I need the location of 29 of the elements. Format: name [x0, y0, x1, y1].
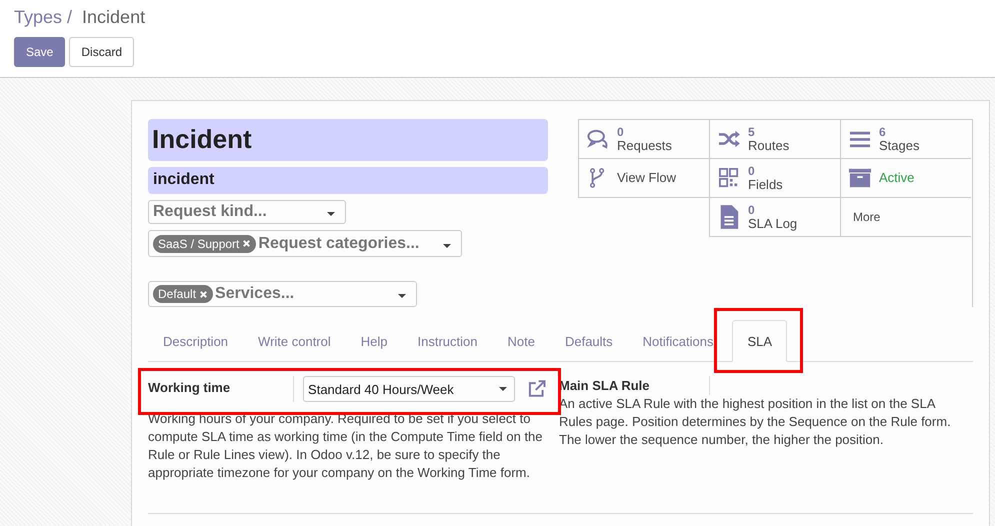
more-button[interactable]: More — [840, 198, 971, 237]
stat-button[interactable]: View Flow — [578, 159, 709, 198]
tag: SaaS / Support — [153, 234, 256, 252]
tab[interactable]: Instruction — [402, 334, 492, 361]
tag: Default — [153, 285, 214, 303]
field-label: Working time — [148, 376, 294, 402]
tab[interactable]: Note — [492, 334, 550, 361]
stat-button[interactable]: 0 Fields — [709, 159, 840, 198]
code-field[interactable]: incident — [148, 167, 548, 194]
stat-button[interactable]: 0 SLA Log — [709, 198, 840, 237]
request-kind-field[interactable]: Request kind... — [148, 200, 346, 224]
breadcrumb-link[interactable]: Types / — [14, 7, 72, 31]
stat-button[interactable]: 6 Stages — [840, 120, 971, 159]
tab[interactable]: Notifications — [628, 334, 728, 361]
tab[interactable]: SLA — [732, 320, 788, 362]
stat-button[interactable]: 5 Routes — [709, 120, 840, 159]
breadcrumb-current: Incident — [82, 7, 146, 29]
request-categories-field[interactable]: SaaS / Support Request categories... — [148, 230, 462, 257]
tab[interactable]: Help — [346, 334, 403, 361]
tab[interactable]: Description — [148, 334, 244, 361]
save-button[interactable]: Save — [14, 37, 66, 67]
tab[interactable]: Write control — [243, 334, 346, 361]
discard-button[interactable]: Discard — [69, 37, 134, 67]
name-field[interactable]: Incident — [148, 119, 548, 161]
stat-button[interactable]: 0 Requests — [578, 120, 709, 159]
active-toggle-button[interactable]: Active — [840, 159, 971, 198]
tab[interactable]: Defaults — [550, 334, 628, 361]
services-field[interactable]: Default Services... — [148, 281, 417, 307]
working-time-select[interactable]: Standard 40 Hours/Week — [303, 376, 515, 402]
